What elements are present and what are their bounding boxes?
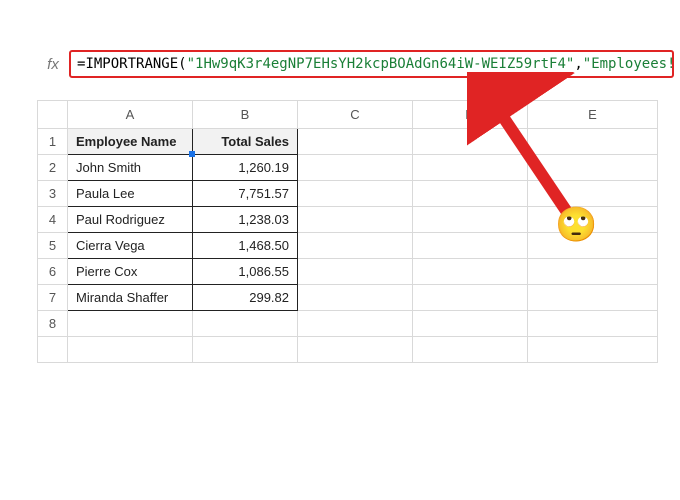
cell-b8[interactable] — [193, 311, 298, 337]
row-9 — [38, 337, 658, 363]
cell-d6[interactable] — [413, 259, 528, 285]
col-header-e[interactable]: E — [528, 101, 658, 129]
select-all-corner[interactable] — [38, 101, 68, 129]
cell-a5[interactable]: Cierra Vega — [68, 233, 193, 259]
cell-d9[interactable] — [413, 337, 528, 363]
row-8: 8 — [38, 311, 658, 337]
cell-a2[interactable]: John Smith — [68, 155, 193, 181]
cell-b7[interactable]: 299.82 — [193, 285, 298, 311]
col-header-d[interactable]: D — [413, 101, 528, 129]
column-header-row: A B C D E — [38, 101, 658, 129]
eye-roll-emoji-icon: 🙄 — [555, 208, 597, 242]
cell-c5[interactable] — [298, 233, 413, 259]
cell-c6[interactable] — [298, 259, 413, 285]
cell-d1[interactable] — [413, 129, 528, 155]
cell-b1[interactable]: Total Sales — [193, 129, 298, 155]
cell-d8[interactable] — [413, 311, 528, 337]
fx-label: fx — [37, 56, 69, 73]
cell-a8[interactable] — [68, 311, 193, 337]
formula-sep: , — [574, 56, 582, 72]
row-3: 3 Paula Lee 7,751.57 — [38, 181, 658, 207]
cell-b6[interactable]: 1,086.55 — [193, 259, 298, 285]
row-1: 1 Employee Name Total Sales — [38, 129, 658, 155]
row-header-7[interactable]: 7 — [38, 285, 68, 311]
cell-e3[interactable] — [528, 181, 658, 207]
cell-a3[interactable]: Paula Lee — [68, 181, 193, 207]
row-header-1[interactable]: 1 — [38, 129, 68, 155]
cell-e7[interactable] — [528, 285, 658, 311]
cell-a7[interactable]: Miranda Shaffer — [68, 285, 193, 311]
cell-c2[interactable] — [298, 155, 413, 181]
row-2: 2 John Smith 1,260.19 — [38, 155, 658, 181]
cell-a1[interactable]: Employee Name — [68, 129, 193, 155]
row-header-4[interactable]: 4 — [38, 207, 68, 233]
formula-arg2: "Employees!A1:B7" — [583, 56, 674, 72]
cell-e8[interactable] — [528, 311, 658, 337]
cell-c7[interactable] — [298, 285, 413, 311]
formula-fn: IMPORTRANGE — [85, 56, 178, 72]
row-header-5[interactable]: 5 — [38, 233, 68, 259]
cell-b2[interactable]: 1,260.19 — [193, 155, 298, 181]
header-a-text: Employee Name — [76, 134, 176, 149]
col-header-b[interactable]: B — [193, 101, 298, 129]
row-header-6[interactable]: 6 — [38, 259, 68, 285]
cell-c1[interactable] — [298, 129, 413, 155]
cell-b3[interactable]: 7,751.57 — [193, 181, 298, 207]
cell-d4[interactable] — [413, 207, 528, 233]
cell-d5[interactable] — [413, 233, 528, 259]
cell-e9[interactable] — [528, 337, 658, 363]
row-6: 6 Pierre Cox 1,086.55 — [38, 259, 658, 285]
cell-c4[interactable] — [298, 207, 413, 233]
formula-input[interactable]: = IMPORTRANGE ( "1Hw9qK3r4egNP7EHsYH2kcp… — [69, 50, 674, 78]
cell-a9[interactable] — [68, 337, 193, 363]
cell-d7[interactable] — [413, 285, 528, 311]
col-header-a[interactable]: A — [68, 101, 193, 129]
cell-b5[interactable]: 1,468.50 — [193, 233, 298, 259]
cell-e2[interactable] — [528, 155, 658, 181]
cell-c8[interactable] — [298, 311, 413, 337]
row-7: 7 Miranda Shaffer 299.82 — [38, 285, 658, 311]
row-header-9[interactable] — [38, 337, 68, 363]
selection-handle-icon — [189, 151, 195, 157]
formula-arg1: "1Hw9qK3r4egNP7EHsYH2kcpBOAdGn64iW-WEIZ5… — [187, 56, 575, 72]
row-header-3[interactable]: 3 — [38, 181, 68, 207]
cell-b4[interactable]: 1,238.03 — [193, 207, 298, 233]
cell-c3[interactable] — [298, 181, 413, 207]
formula-eq: = — [77, 56, 85, 72]
col-header-c[interactable]: C — [298, 101, 413, 129]
cell-b9[interactable] — [193, 337, 298, 363]
cell-e6[interactable] — [528, 259, 658, 285]
formula-bar[interactable]: fx = IMPORTRANGE ( "1Hw9qK3r4egNP7EHsYH2… — [37, 50, 674, 78]
cell-d3[interactable] — [413, 181, 528, 207]
row-header-2[interactable]: 2 — [38, 155, 68, 181]
cell-e1[interactable] — [528, 129, 658, 155]
cell-a4[interactable]: Paul Rodriguez — [68, 207, 193, 233]
formula-open: ( — [178, 56, 186, 72]
cell-d2[interactable] — [413, 155, 528, 181]
row-header-8[interactable]: 8 — [38, 311, 68, 337]
cell-a6[interactable]: Pierre Cox — [68, 259, 193, 285]
cell-c9[interactable] — [298, 337, 413, 363]
